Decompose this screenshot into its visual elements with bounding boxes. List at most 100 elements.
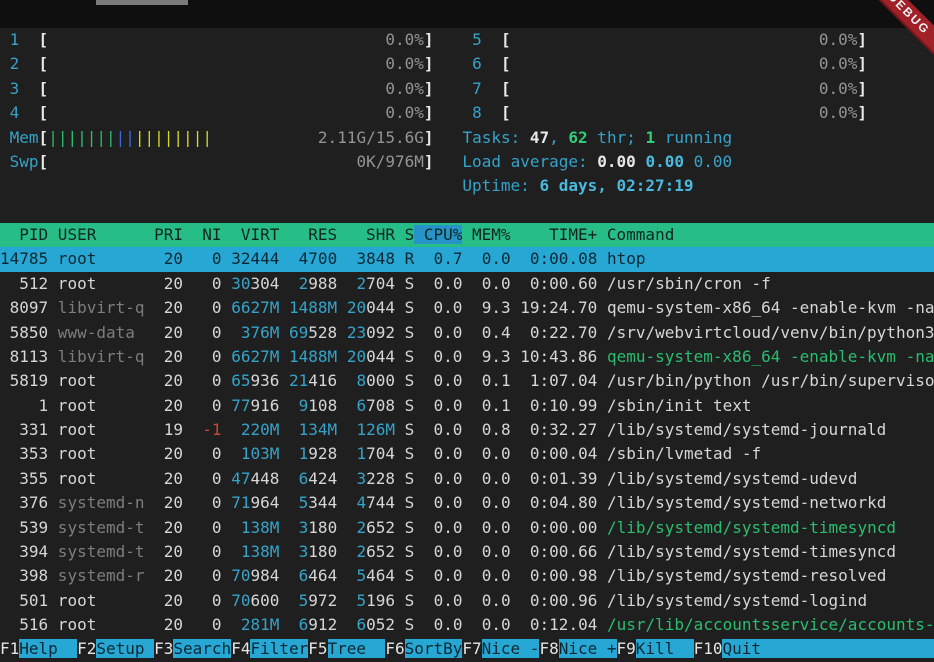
fkey-f9[interactable]: F9Kill bbox=[617, 639, 694, 658]
cpu1-bracket-close: ] bbox=[424, 30, 434, 49]
cell-cpu-percent: 0.0 bbox=[414, 274, 462, 293]
column-header-pri[interactable]: PRI bbox=[145, 225, 184, 244]
screen: 1 [ 0.0%] 5 [ 0.0%] 2 [ 0.0%] 6 [ 0.0%] … bbox=[0, 0, 934, 662]
cell-pri: 20 bbox=[145, 249, 184, 268]
cell-shr: 2 bbox=[356, 542, 366, 561]
cell-virt: 70 bbox=[231, 591, 250, 610]
cell-ni: 0 bbox=[183, 347, 222, 366]
process-row-331[interactable]: 331 root 19 -1 220M 134M 126M S 0.0 0.8 … bbox=[0, 418, 934, 442]
cell-pid: 516 bbox=[0, 615, 48, 634]
fkey-f2[interactable]: F2Setup bbox=[77, 639, 154, 658]
process-row-398[interactable]: 398 systemd-r 20 0 70984 6464 5464 S 0.0… bbox=[0, 564, 934, 588]
process-row-353[interactable]: 353 root 20 0 103M 1928 1704 S 0.0 0.0 0… bbox=[0, 442, 934, 466]
uptime-value: 6 days, 02:27:19 bbox=[539, 176, 693, 195]
cell-virt: 47 bbox=[231, 469, 250, 488]
cell-mem-percent: 0.0 bbox=[462, 444, 510, 463]
fkey-f1[interactable]: F1Help bbox=[0, 639, 77, 658]
cell-res: 5 bbox=[299, 493, 309, 512]
process-row-5850[interactable]: 5850 www-data 20 0 376M 69528 23092 S 0.… bbox=[0, 321, 934, 345]
cell-state: S bbox=[395, 420, 414, 439]
process-row-8097[interactable]: 8097 libvirt-q 20 0 6627M 1488M 20044 S … bbox=[0, 296, 934, 320]
mem-bar-used: ||||||| bbox=[48, 128, 115, 147]
cell-command: /usr/sbin/cron -f bbox=[607, 274, 771, 293]
cpu6-bracket-close: ] bbox=[857, 54, 867, 73]
swap-value: 0K/976M bbox=[356, 152, 423, 171]
process-row-355[interactable]: 355 root 20 0 47448 6424 3228 S 0.0 0.0 … bbox=[0, 467, 934, 491]
f1-label: Help bbox=[19, 639, 77, 658]
cell-state: S bbox=[395, 591, 414, 610]
process-row-394[interactable]: 394 systemd-t 20 0 138M 3180 2652 S 0.0 … bbox=[0, 540, 934, 564]
cpu6-bracket-open: [ bbox=[501, 54, 511, 73]
fkey-f5[interactable]: F5Tree bbox=[308, 639, 385, 658]
cell-command: qemu-system-x86_64 -enable-kvm -na bbox=[607, 298, 934, 317]
column-header-user[interactable]: USER bbox=[48, 225, 144, 244]
cell-pri: 20 bbox=[145, 298, 184, 317]
cell-pid: 355 bbox=[0, 469, 48, 488]
process-row-516[interactable]: 516 root 20 0 281M 6912 6052 S 0.0 0.0 0… bbox=[0, 613, 934, 637]
cell-res: 69 bbox=[289, 323, 308, 342]
column-header-pid[interactable]: PID bbox=[0, 225, 48, 244]
column-header-shr[interactable]: SHR bbox=[337, 225, 395, 244]
process-row-376[interactable]: 376 systemd-n 20 0 71964 5344 4744 S 0.0… bbox=[0, 491, 934, 515]
cell-user: root bbox=[48, 615, 144, 634]
column-header-res[interactable]: RES bbox=[279, 225, 337, 244]
fkey-f10[interactable]: F10Quit bbox=[694, 639, 934, 658]
column-header-ni[interactable]: NI bbox=[183, 225, 222, 244]
cpu5-percent: 0.0% bbox=[819, 30, 858, 49]
cell-virt: 6627M bbox=[231, 298, 279, 317]
process-table-header: PID USER PRI NI VIRT RES SHR S CPU% MEM%… bbox=[0, 223, 934, 247]
cell-res: 5 bbox=[299, 591, 309, 610]
cell-user: systemd-t bbox=[48, 542, 144, 561]
cell-state: S bbox=[395, 615, 414, 634]
process-row-539[interactable]: 539 systemd-t 20 0 138M 3180 2652 S 0.0 … bbox=[0, 516, 934, 540]
cell-time: 0:00.60 bbox=[511, 274, 598, 293]
cell-time: 0:10.99 bbox=[511, 396, 598, 415]
cell-pid: 5819 bbox=[0, 371, 48, 390]
window-tab[interactable] bbox=[96, 0, 188, 5]
fkey-f7[interactable]: F7Nice - bbox=[462, 639, 539, 658]
fkey-f3[interactable]: F3Search bbox=[154, 639, 231, 658]
cell-ni: 0 bbox=[183, 323, 222, 342]
cell-mem-percent: 0.0 bbox=[462, 542, 510, 561]
cell-cpu-percent: 0.0 bbox=[414, 615, 462, 634]
fkey-f8[interactable]: F8Nice + bbox=[539, 639, 616, 658]
process-row-8113[interactable]: 8113 libvirt-q 20 0 6627M 1488M 20044 S … bbox=[0, 345, 934, 369]
column-header-command[interactable]: Command bbox=[597, 225, 674, 244]
cell-pri: 20 bbox=[145, 518, 184, 537]
cell-state: S bbox=[395, 371, 414, 390]
column-header-virt[interactable]: VIRT bbox=[222, 225, 280, 244]
process-row-1[interactable]: 1 root 20 0 77916 9108 6708 S 0.0 0.1 0:… bbox=[0, 394, 934, 418]
process-row-501[interactable]: 501 root 20 0 70600 5972 5196 S 0.0 0.0 … bbox=[0, 589, 934, 613]
cell-state: S bbox=[395, 469, 414, 488]
cell-ni: 0 bbox=[183, 469, 222, 488]
column-header-cpu-sort[interactable]: CPU% bbox=[414, 225, 462, 244]
tasks-running: 1 bbox=[645, 128, 655, 147]
cell-state: S bbox=[395, 493, 414, 512]
cell-time: 0:00.00 bbox=[511, 518, 598, 537]
cell-time: 10:43.86 bbox=[511, 347, 598, 366]
cell-ni: 0 bbox=[183, 249, 222, 268]
fkey-f6[interactable]: F6SortBy bbox=[385, 639, 462, 658]
swap-bracket-open: [ bbox=[39, 152, 49, 171]
cell-shr: 5 bbox=[356, 591, 366, 610]
htop-terminal[interactable]: 1 [ 0.0%] 5 [ 0.0%] 2 [ 0.0%] 6 [ 0.0%] … bbox=[0, 28, 934, 662]
process-row-14785[interactable]: 14785 root 20 0 32444 4700 3848 R 0.7 0.… bbox=[0, 247, 934, 271]
cpu8-label: 8 bbox=[472, 103, 482, 122]
cell-mem-percent: 0.0 bbox=[462, 518, 510, 537]
cell-user: root bbox=[48, 371, 144, 390]
mem-bar-cache: |||||||| bbox=[135, 128, 212, 147]
process-row-5819[interactable]: 5819 root 20 0 65936 21416 8000 S 0.0 0.… bbox=[0, 369, 934, 393]
cell-time: 0:00.04 bbox=[511, 444, 598, 463]
cell-state: S bbox=[395, 444, 414, 463]
load-average-label: Load average: bbox=[462, 152, 597, 171]
cpu2-meter-bar bbox=[48, 54, 385, 73]
cell-command: /usr/bin/python /usr/bin/superviso bbox=[607, 371, 934, 390]
column-header-time[interactable]: TIME+ bbox=[511, 225, 598, 244]
column-header-state[interactable]: S bbox=[395, 225, 414, 244]
process-row-512[interactable]: 512 root 20 0 30304 2988 2704 S 0.0 0.0 … bbox=[0, 272, 934, 296]
cell-virt: 6627M bbox=[231, 347, 279, 366]
column-header-mem[interactable]: MEM% bbox=[462, 225, 510, 244]
cell-pri: 20 bbox=[145, 566, 184, 585]
fkey-f4[interactable]: F4Filter bbox=[231, 639, 308, 658]
swap-label: Swp bbox=[10, 152, 39, 171]
